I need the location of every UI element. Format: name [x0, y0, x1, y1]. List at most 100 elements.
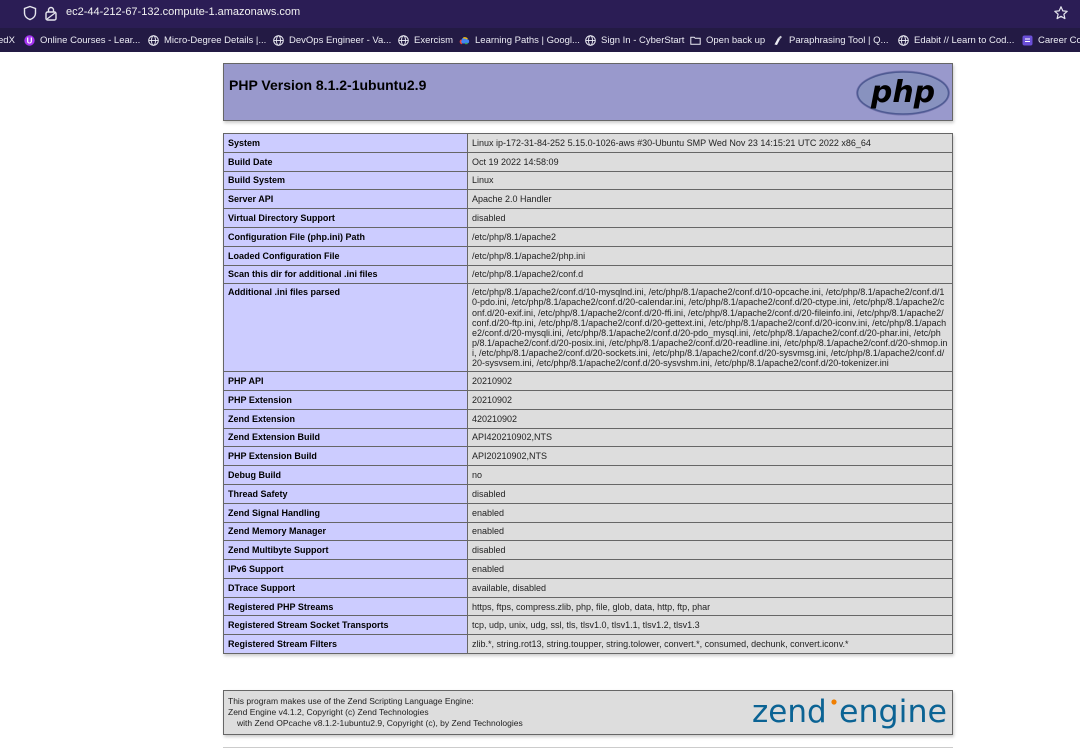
shield-icon[interactable] [22, 5, 38, 21]
info-value: disabled [467, 540, 953, 561]
bookmark-online-courses[interactable]: U Online Courses - Lear... [24, 28, 140, 52]
info-key: Server API [223, 189, 468, 210]
php-info-table: System Linux ip-172-31-84-252 5.15.0-1026… [223, 133, 953, 655]
info-row: Registered Stream Socket Transports tcp, … [223, 615, 953, 636]
php-logo[interactable]: php [855, 69, 951, 117]
info-key: Zend Signal Handling [223, 502, 468, 523]
info-value: 20210902 [467, 371, 953, 391]
info-row: Build Date Oct 19 2022 14:58:09 [223, 151, 953, 172]
info-value: enabled [467, 502, 953, 523]
bookmark-edabit[interactable]: Edabit // Learn to Cod... [898, 28, 1014, 52]
info-value: available, disabled [467, 577, 953, 598]
info-key: Build System [223, 170, 468, 191]
bookmark-label: Micro-Degree Details |... [164, 34, 267, 46]
bookmark-star-icon[interactable] [1053, 5, 1069, 21]
zend-logo-word: zend [752, 694, 827, 730]
bookmark-label: Edabit // Learn to Cod... [914, 34, 1015, 46]
zend-logo-dot [831, 699, 837, 705]
zend-logo-word: engine [839, 694, 947, 730]
info-value: disabled [467, 483, 953, 504]
lock-icon[interactable] [44, 5, 58, 21]
udemy-icon: U [24, 34, 35, 46]
bookmarks-bar: edX U Online Courses - Lear... Micro-Deg… [0, 28, 1080, 52]
info-row: Registered Stream Filters zlib.*, string.… [223, 634, 953, 655]
php-logo-text: php [870, 75, 935, 110]
bookmark-label: Online Courses - Lear... [40, 34, 141, 46]
info-row: Debug Build no [223, 465, 953, 485]
info-value: https, ftps, compress.zlib, php, file, g… [467, 596, 953, 617]
info-key: Build Date [223, 151, 468, 172]
zend-credit-line: with Zend OPcache v8.1.2-1ubuntu2.9, Cop… [237, 718, 523, 728]
info-key: Additional .ini files parsed [223, 283, 468, 373]
career-icon [1022, 35, 1033, 46]
divider [223, 747, 953, 748]
info-row: Virtual Directory Support disabled [223, 208, 953, 228]
zend-credit-line: This program makes use of the Zend Scrip… [228, 696, 474, 706]
info-key: Loaded Configuration File [223, 245, 468, 266]
info-value: 420210902 [467, 408, 953, 429]
info-row: Thread Safety disabled [223, 483, 953, 504]
info-row: Server API Apache 2.0 Handler [223, 189, 953, 210]
bookmark-edx[interactable]: edX [0, 28, 15, 52]
info-row: Zend Memory Manager enabled [223, 521, 953, 542]
bookmark-label: Career Co [1038, 34, 1080, 46]
globe-icon [148, 34, 159, 46]
zend-engine-logo[interactable]: zend engine [752, 692, 950, 732]
info-value: 20210902 [467, 389, 953, 410]
bookmark-career[interactable]: Career Co [1022, 28, 1080, 52]
bookmark-paraphrasing-tool[interactable]: Paraphrasing Tool | Q... [773, 28, 888, 52]
zend-engine-box: This program makes use of the Zend Scrip… [223, 690, 953, 735]
info-value: tcp, udp, unix, udg, ssl, tls, tlsv1.0, … [467, 615, 953, 636]
url-text[interactable]: ec2-44-212-67-132.compute-1.amazonaws.co… [66, 6, 300, 18]
globe-icon [273, 34, 284, 46]
bookmark-label: Sign In - CyberStart [601, 34, 685, 46]
info-key: Debug Build [223, 465, 468, 485]
bookmark-folder-open-back-up[interactable]: Open back up [690, 28, 765, 52]
info-row: Registered PHP Streams https, ftps, compr… [223, 596, 953, 617]
info-key: PHP Extension [223, 389, 468, 410]
globe-icon [898, 34, 909, 46]
zend-credit-line: Zend Engine v4.1.2, Copyright (c) Zend T… [228, 707, 429, 717]
info-value: API420210902,NTS [467, 427, 953, 448]
info-value: /etc/php/8.1/apache2/conf.d [467, 264, 953, 285]
info-value: Apache 2.0 Handler [467, 189, 953, 210]
google-cloud-icon [459, 35, 470, 46]
info-value: no [467, 465, 953, 485]
info-value: /etc/php/8.1/apache2/php.ini [467, 245, 953, 266]
info-row: Additional .ini files parsed/etc/php/8.1… [223, 283, 953, 373]
zend-credits: This program makes use of the Zend Scrip… [228, 696, 523, 729]
info-key: Virtual Directory Support [223, 208, 468, 228]
globe-icon [585, 34, 596, 46]
svg-text:U: U [27, 36, 33, 45]
info-row: Zend Extension 420210902 [223, 408, 953, 429]
info-row: Configuration File (php.ini) Path/etc/ph… [223, 226, 953, 247]
info-row: PHP Extension Build API20210902,NTS [223, 446, 953, 467]
info-value: zlib.*, string.rot13, string.toupper, st… [467, 634, 953, 655]
info-row: Scan this dir for additional .ini files /… [223, 264, 953, 285]
bookmark-micro-degree[interactable]: Micro-Degree Details |... [148, 28, 266, 52]
quillbot-icon [773, 35, 784, 46]
bookmark-label: Learning Paths | Googl... [475, 34, 580, 46]
info-value: Oct 19 2022 14:58:09 [467, 151, 953, 172]
info-value: Linux ip-172-31-84-252 5.15.0-1026-aws #… [467, 133, 953, 153]
info-key: IPv6 Support [223, 559, 468, 579]
info-row: PHP API 20210902 [223, 371, 953, 391]
info-row: Zend Signal Handling enabled [223, 502, 953, 523]
info-value: API20210902,NTS [467, 446, 953, 467]
bookmark-cyberstart[interactable]: Sign In - CyberStart [585, 28, 684, 52]
info-key: Thread Safety [223, 483, 468, 504]
bookmark-learning-paths[interactable]: Learning Paths | Googl... [459, 28, 580, 52]
info-row: Build System Linux [223, 170, 953, 191]
bookmark-label: Exercism [414, 34, 454, 46]
info-row: IPv6 Support enabled [223, 559, 953, 579]
browser-url-bar[interactable]: ec2-44-212-67-132.compute-1.amazonaws.co… [0, 0, 1080, 28]
info-key: Registered Stream Filters [223, 634, 468, 655]
bookmark-devops[interactable]: DevOps Engineer - Va... [273, 28, 391, 52]
globe-icon [398, 34, 409, 46]
info-value: /etc/php/8.1/apache2 [467, 226, 953, 247]
info-row: Zend Extension Build API420210902,NTS [223, 427, 953, 448]
info-row: Zend Multibyte Support disabled [223, 540, 953, 561]
info-value: /etc/php/8.1/apache2/conf.d/10-mysqlnd.i… [467, 283, 953, 373]
bookmark-exercism[interactable]: Exercism [398, 28, 453, 52]
info-key: System [223, 133, 468, 153]
